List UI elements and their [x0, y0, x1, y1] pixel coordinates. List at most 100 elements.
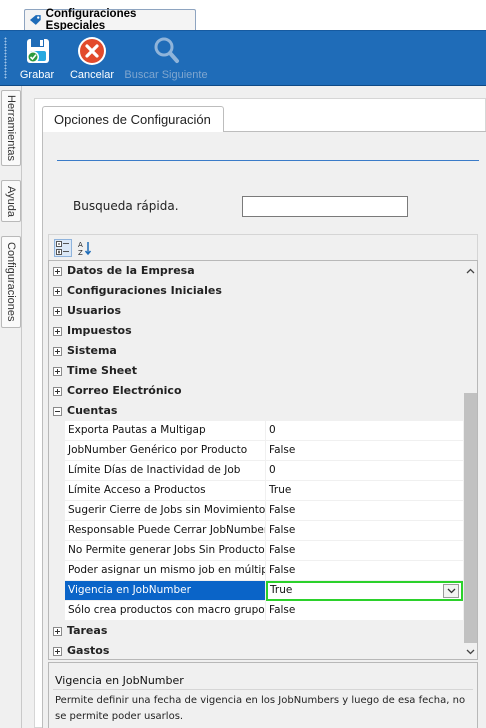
expand-icon[interactable]: [53, 647, 62, 656]
cancel-label: Cancelar: [69, 69, 115, 81]
property-name[interactable]: Límite Acceso a Productos: [65, 481, 266, 501]
row-gutter: [49, 561, 65, 581]
categorized-view-button[interactable]: [54, 239, 72, 257]
property-row[interactable]: Límite Acceso a Productos True: [49, 481, 463, 501]
alphabetical-view-button[interactable]: A Z: [76, 239, 94, 257]
cancel-icon: [78, 37, 106, 65]
scroll-down-icon[interactable]: [465, 646, 476, 657]
expand-icon[interactable]: [53, 347, 62, 356]
property-value-dropdown[interactable]: True: [266, 581, 463, 601]
row-gutter: [49, 541, 65, 561]
property-value-text: False: [269, 444, 296, 456]
property-value[interactable]: False: [266, 541, 463, 561]
category-row[interactable]: Usuarios: [49, 301, 463, 321]
category-row[interactable]: Configuraciones Iniciales: [49, 281, 463, 301]
side-tab-label: Configuraciones: [5, 242, 17, 322]
property-row[interactable]: Responsable Puede Cerrar JobNumber False: [49, 521, 463, 541]
property-name[interactable]: Exporta Pautas a Multigap: [65, 421, 266, 441]
scroll-up-icon[interactable]: [465, 265, 476, 276]
collapse-icon[interactable]: [53, 407, 62, 416]
expand-icon[interactable]: [53, 387, 62, 396]
property-value[interactable]: True: [266, 481, 463, 501]
property-value[interactable]: False: [266, 501, 463, 521]
expand-icon[interactable]: [53, 287, 62, 296]
property-row[interactable]: Límite Días de Inactividad de Job 0: [49, 461, 463, 481]
chevron-down-icon[interactable]: [443, 584, 459, 598]
property-row[interactable]: Exporta Pautas a Multigap 0: [49, 421, 463, 441]
search-icon: [154, 37, 179, 63]
property-value[interactable]: False: [266, 441, 463, 461]
property-grid-scrollbar[interactable]: [463, 261, 477, 659]
ribbon-grip[interactable]: [4, 37, 7, 79]
property-value[interactable]: False: [266, 561, 463, 581]
category-name: Impuestos: [67, 324, 132, 337]
quick-search-input[interactable]: [242, 196, 408, 217]
ribbon-toolbar: Grabar Cancelar Buscar Siguiente: [0, 30, 486, 86]
expand-icon[interactable]: [53, 327, 62, 336]
category-name: Sistema: [67, 344, 117, 357]
document-tab-title: Configuraciones Especiales: [45, 8, 137, 32]
property-value[interactable]: 0: [266, 461, 463, 481]
property-row[interactable]: Sugerir Cierre de Jobs sin Movimientos Fa…: [49, 501, 463, 521]
property-row[interactable]: Sólo crea productos con macro grupo y Fal…: [49, 601, 463, 621]
category-row[interactable]: Datos de la Empresa: [49, 261, 463, 281]
property-name[interactable]: Límite Días de Inactividad de Job: [65, 461, 266, 481]
category-row[interactable]: Sistema: [49, 341, 463, 361]
property-name[interactable]: No Permite generar Jobs Sin Producto: [65, 541, 266, 561]
category-row[interactable]: Cuentas: [49, 401, 463, 421]
property-name[interactable]: JobNumber Genérico por Producto: [65, 441, 266, 461]
save-icon: [27, 39, 49, 63]
property-value[interactable]: False: [266, 601, 463, 621]
side-tab-label: Ayuda: [5, 185, 17, 217]
row-gutter: [49, 481, 65, 501]
side-tab-bar: Herramientas Ayuda Configuraciones: [0, 86, 22, 728]
category-name: Correo Electrónico: [67, 384, 182, 397]
property-name[interactable]: Responsable Puede Cerrar JobNumber: [65, 521, 266, 541]
cancel-button[interactable]: Cancelar: [68, 31, 116, 87]
property-value-text: False: [269, 504, 296, 516]
tab-opciones-configuracion[interactable]: Opciones de Configuración: [42, 106, 224, 132]
description-text: Permite definir una fecha de vigencia en…: [55, 695, 466, 722]
scroll-thumb[interactable]: [464, 393, 477, 643]
document-tab[interactable]: Configuraciones Especiales: [24, 8, 196, 32]
category-row[interactable]: Impuestos: [49, 321, 463, 341]
expand-icon[interactable]: [53, 367, 62, 376]
side-tab-herramientas[interactable]: Herramientas: [1, 90, 21, 166]
expand-icon[interactable]: [53, 307, 62, 316]
property-name[interactable]: Sugerir Cierre de Jobs sin Movimientos: [65, 501, 266, 521]
property-value[interactable]: False: [266, 521, 463, 541]
row-gutter: [49, 521, 65, 541]
side-tab-configuraciones[interactable]: Configuraciones: [1, 236, 21, 328]
property-row[interactable]: Vigencia en JobNumber True: [49, 581, 463, 601]
property-row[interactable]: JobNumber Genérico por Producto False: [49, 441, 463, 461]
property-name[interactable]: Vigencia en JobNumber: [65, 581, 266, 601]
property-name[interactable]: Sólo crea productos con macro grupo y: [65, 601, 266, 621]
quick-search-label: Busqueda rápida.: [73, 199, 179, 213]
svg-text:A: A: [78, 241, 83, 249]
row-gutter: [49, 501, 65, 521]
expand-icon[interactable]: [53, 267, 62, 276]
property-grid-toolbar: A Z: [48, 234, 478, 260]
property-name[interactable]: Poder asignar un mismo job en múltiples: [65, 561, 266, 581]
property-value-text: False: [269, 544, 296, 556]
save-button[interactable]: Grabar: [16, 31, 58, 87]
row-gutter: [49, 421, 65, 441]
category-row[interactable]: Correo Electrónico: [49, 381, 463, 401]
property-row[interactable]: Poder asignar un mismo job en múltiples F…: [49, 561, 463, 581]
sort-az-icon: A Z: [78, 241, 92, 256]
category-row[interactable]: Time Sheet: [49, 361, 463, 381]
side-tab-ayuda[interactable]: Ayuda: [1, 180, 21, 222]
property-value[interactable]: 0: [266, 421, 463, 441]
category-row[interactable]: Tareas: [49, 621, 463, 641]
description-divider: [53, 689, 473, 690]
property-value-text: 0: [269, 424, 276, 436]
category-row[interactable]: Gastos: [49, 641, 463, 659]
property-value-text: False: [269, 524, 296, 536]
expand-icon[interactable]: [53, 627, 62, 636]
document-tab-strip: Configuraciones Especiales: [0, 0, 486, 32]
property-grid: Datos de la Empresa Configuraciones Inici…: [48, 260, 478, 660]
property-row[interactable]: No Permite generar Jobs Sin Producto Fals…: [49, 541, 463, 561]
find-next-button[interactable]: Buscar Siguiente: [122, 31, 210, 87]
category-name: Tareas: [67, 624, 108, 637]
property-value-text: False: [269, 604, 296, 616]
